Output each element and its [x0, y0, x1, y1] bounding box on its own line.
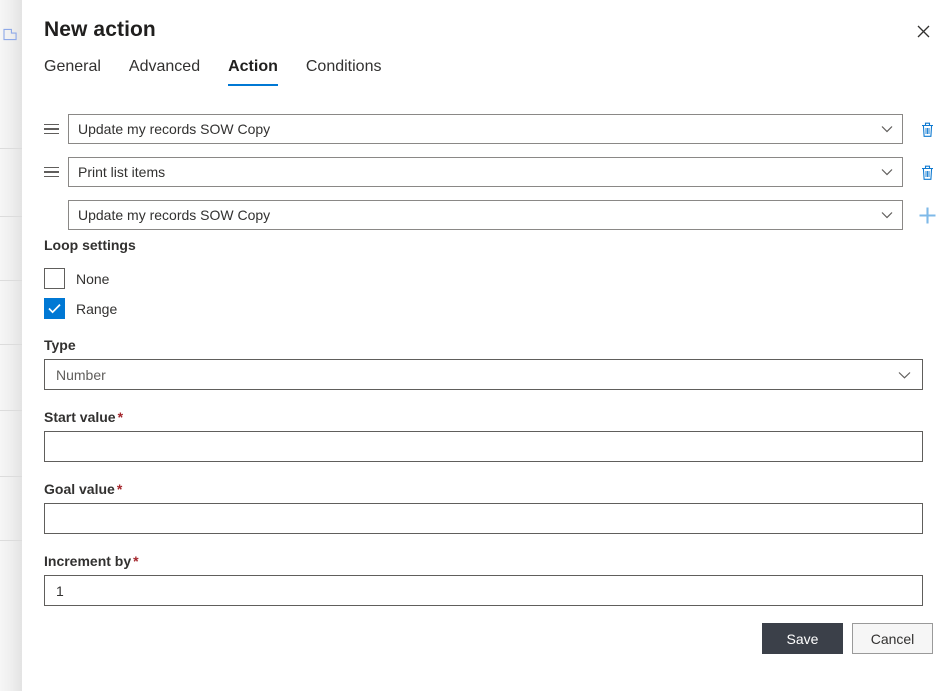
checkbox-none-label: None — [76, 270, 110, 287]
action-select-3[interactable]: Update my records SOW Copy — [68, 200, 903, 230]
increment-by-input[interactable]: 1 — [44, 575, 923, 606]
save-button[interactable]: Save — [762, 623, 843, 654]
action-select-3-value: Update my records SOW Copy — [78, 207, 271, 223]
page-title: New action — [44, 18, 156, 41]
delete-icon[interactable] — [909, 164, 945, 181]
delete-glyph — [921, 122, 933, 137]
chevron-down-icon — [881, 168, 893, 176]
type-select-value: Number — [56, 366, 106, 383]
increment-by-label-text: Increment by — [44, 553, 132, 569]
background-page — [0, 0, 22, 691]
action-select-2[interactable]: Print list items — [68, 157, 903, 187]
checkmark-icon — [48, 304, 61, 314]
required-marker: * — [133, 553, 139, 569]
drag-handle-icon[interactable] — [44, 123, 68, 135]
tab-general-label: General — [44, 58, 101, 75]
type-label-text: Type — [44, 337, 76, 353]
goal-value-label-text: Goal value — [44, 481, 115, 497]
goal-value-input[interactable] — [44, 503, 923, 534]
chevron-down-icon — [898, 371, 911, 379]
required-marker: * — [117, 409, 124, 425]
chevron-down-icon — [881, 211, 893, 219]
add-glyph — [919, 207, 935, 223]
tab-action[interactable]: Action — [214, 56, 292, 86]
background-row-divider — [0, 344, 22, 345]
checkbox-range[interactable]: Range — [44, 298, 117, 319]
tab-conditions-label: Conditions — [305, 58, 382, 75]
tab-action-label: Action — [228, 58, 278, 75]
start-value-input[interactable] — [44, 431, 923, 462]
new-action-dialog: New action General Advanced Action Condi… — [22, 0, 945, 691]
loop-settings-heading: Loop settings — [44, 237, 136, 253]
close-glyph — [917, 25, 929, 37]
increment-by-input-value: 1 — [56, 582, 64, 599]
checkbox-range-box[interactable] — [44, 298, 65, 319]
flow-step-icon — [3, 28, 17, 41]
chevron-down-icon — [881, 125, 893, 133]
cancel-button[interactable]: Cancel — [852, 623, 933, 654]
increment-by-label: Increment by * — [44, 553, 139, 569]
action-list: Update my records SOW Copy Print list it… — [22, 110, 945, 239]
action-row: Update my records SOW Copy — [22, 110, 945, 148]
background-row-divider — [0, 148, 22, 149]
tab-advanced-label: Advanced — [128, 58, 201, 75]
background-row-divider — [0, 476, 22, 477]
dialog-tabs: General Advanced Action Conditions — [44, 56, 395, 86]
checkbox-none-box[interactable] — [44, 268, 65, 289]
action-row: Print list items — [22, 153, 945, 191]
start-value-label: Start value * — [44, 409, 123, 425]
background-row-divider — [0, 216, 22, 217]
tab-conditions[interactable]: Conditions — [292, 56, 396, 86]
drag-handle-icon[interactable] — [44, 166, 68, 178]
background-row-divider — [0, 410, 22, 411]
close-icon[interactable] — [905, 14, 941, 48]
type-select[interactable]: Number — [44, 359, 923, 390]
tab-general[interactable]: General — [44, 56, 115, 86]
background-row-divider — [0, 540, 22, 541]
type-label: Type — [44, 337, 76, 353]
delete-icon[interactable] — [909, 121, 945, 138]
background-row-divider — [0, 280, 22, 281]
action-select-2-value: Print list items — [78, 164, 166, 180]
start-value-label-text: Start value — [44, 409, 116, 425]
add-icon[interactable] — [909, 206, 945, 225]
checkbox-none[interactable]: None — [44, 268, 109, 289]
checkbox-range-label: Range — [76, 300, 118, 317]
action-select-1-value: Update my records SOW Copy — [78, 121, 271, 137]
delete-glyph — [921, 165, 933, 180]
goal-value-label: Goal value * — [44, 481, 122, 497]
action-select-1[interactable]: Update my records SOW Copy — [68, 114, 903, 144]
action-row-new: Update my records SOW Copy — [22, 196, 945, 234]
tab-advanced[interactable]: Advanced — [115, 56, 214, 86]
required-marker: * — [116, 481, 123, 497]
